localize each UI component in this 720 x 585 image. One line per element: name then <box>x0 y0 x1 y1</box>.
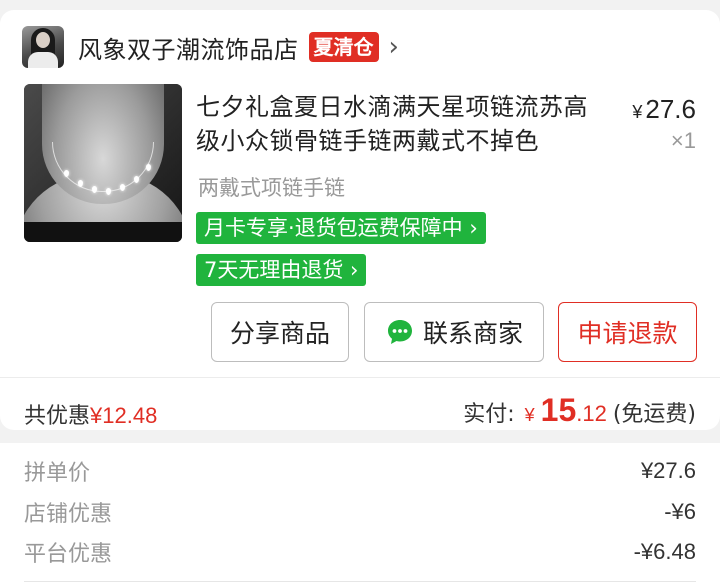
detail-row: 拼单价 ¥27.6 <box>24 456 696 486</box>
detail-value: ¥27.6 <box>640 458 696 483</box>
product-image[interactable] <box>24 84 182 242</box>
store-promo-badge: 夏清仓 <box>308 32 379 62</box>
product-price: ¥27.6 <box>632 94 696 125</box>
detail-row: 店铺优惠 -¥6 <box>24 497 696 527</box>
discount-label: 共优惠 <box>24 404 91 429</box>
store-avatar <box>22 26 64 68</box>
tag-7-day-return[interactable]: 7天无理由退货 › <box>196 254 367 286</box>
price-value: 27.6 <box>645 94 696 124</box>
paid-label: 实付: <box>463 402 515 427</box>
total-discount: 共优惠¥12.48 <box>24 398 157 430</box>
detail-row: 平台优惠 -¥6.48 <box>24 537 696 567</box>
chat-icon <box>385 317 415 347</box>
divider <box>0 377 720 378</box>
detail-label: 拼单价 <box>24 461 91 486</box>
tag-monthly-card-return-shipping[interactable]: 月卡专享·退货包运费保障中 › <box>196 212 486 244</box>
detail-value: -¥6.48 <box>633 539 696 564</box>
paid-integer: 15 <box>540 392 577 428</box>
shipping-note: (免运费) <box>612 402 696 427</box>
amount-paid: 实付: ¥ 15 .12 (免运费) <box>463 392 696 429</box>
apply-refund-button[interactable]: 申请退款 <box>558 302 697 362</box>
chevron-right-icon[interactable]: › <box>389 34 399 60</box>
product-quantity: ×1 <box>670 128 696 153</box>
share-label: 分享商品 <box>229 319 330 348</box>
detail-label: 店铺优惠 <box>24 502 113 527</box>
paid-currency: ¥ <box>524 405 535 425</box>
detail-label: 平台优惠 <box>24 542 113 567</box>
divider <box>24 581 696 582</box>
discount-value: ¥12.48 <box>90 403 158 428</box>
contact-label: 联系商家 <box>422 319 523 348</box>
refund-label: 申请退款 <box>577 319 678 348</box>
currency-symbol: ¥ <box>632 102 643 122</box>
contact-merchant-button[interactable]: 联系商家 <box>364 302 544 362</box>
detail-value: -¥6 <box>664 499 696 524</box>
share-product-button[interactable]: 分享商品 <box>211 302 349 362</box>
order-card: 风象双子潮流饰品店 夏清仓 › 七夕礼盒夏日水滴满天星项链流苏高级小众锁骨链手链… <box>0 10 720 430</box>
store-header[interactable]: 风象双子潮流饰品店 夏清仓 › <box>22 26 399 68</box>
store-name[interactable]: 风象双子潮流饰品店 <box>78 30 299 65</box>
price-details: 拼单价 ¥27.6 店铺优惠 -¥6 平台优惠 -¥6.48 <box>0 443 720 585</box>
product-title[interactable]: 七夕礼盒夏日水滴满天星项链流苏高级小众锁骨链手链两戴式不掉色 <box>196 90 606 158</box>
product-variant: 两戴式项链手链 <box>198 176 345 200</box>
paid-decimal: .12 <box>576 401 607 426</box>
